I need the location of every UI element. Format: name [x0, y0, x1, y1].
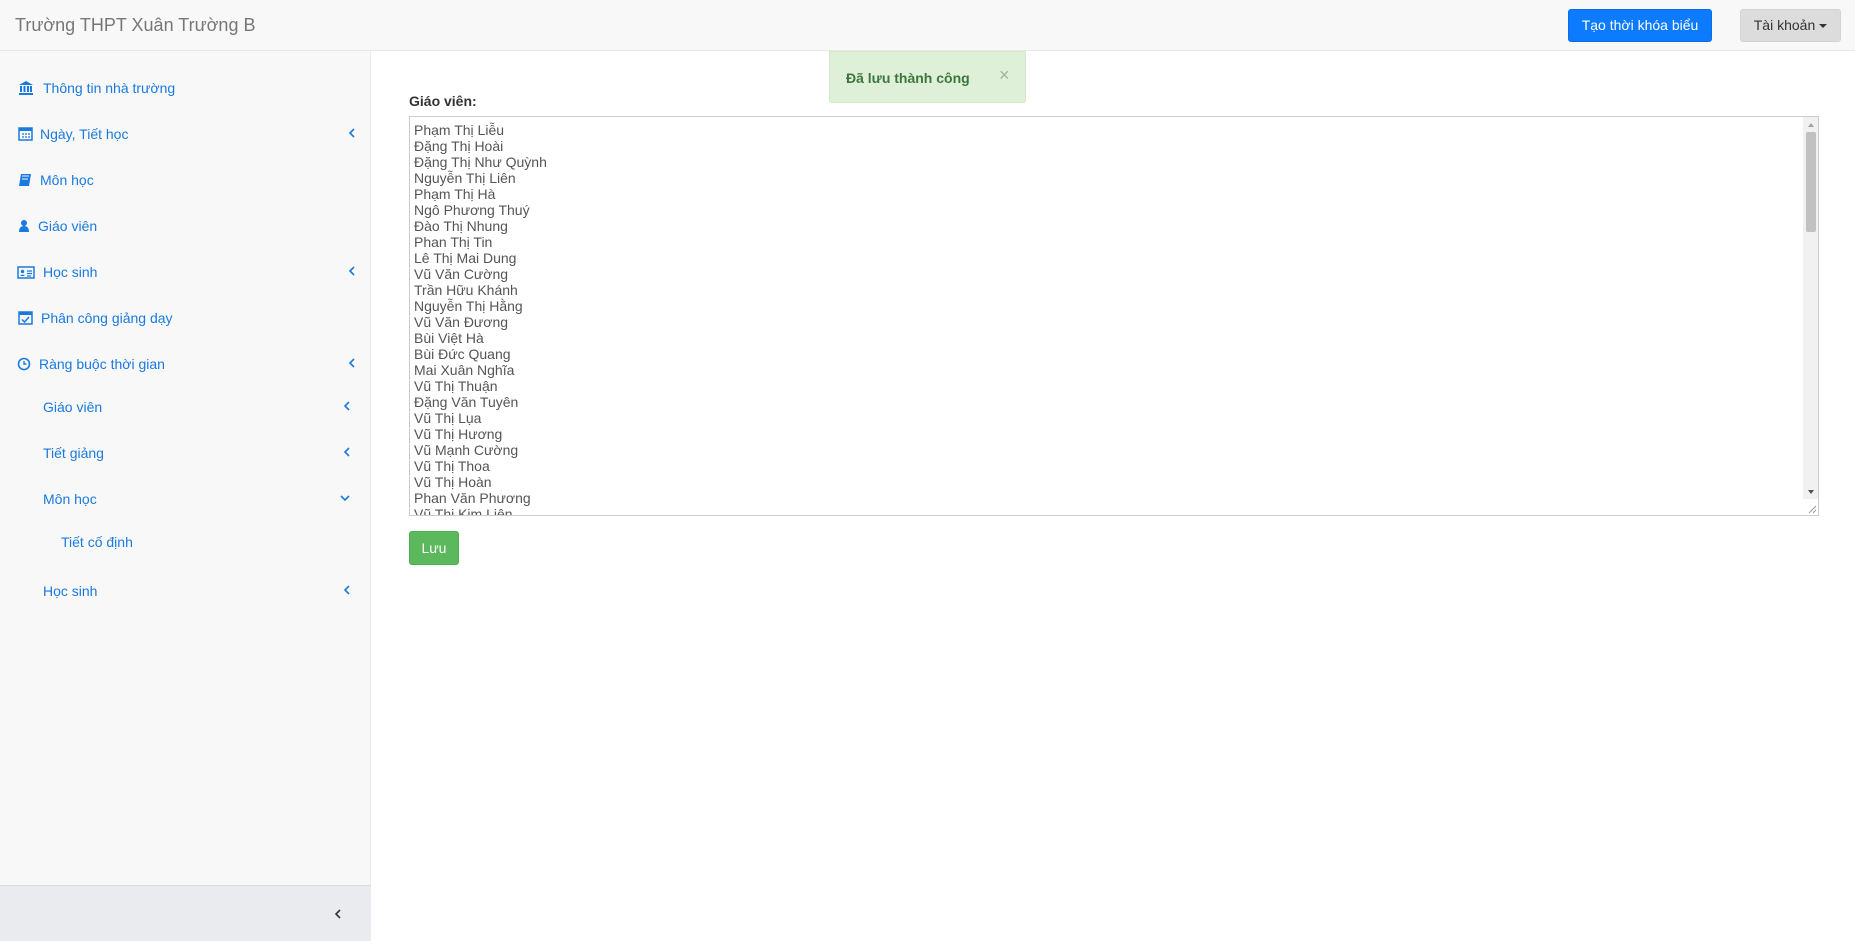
id-card-icon: [17, 266, 35, 279]
success-alert: Đã lưu thành công ×: [829, 51, 1026, 103]
teacher-field-label: Giáo viên:: [409, 93, 477, 109]
sidebar-item-label: Ngày, Tiết học: [40, 126, 129, 142]
teacher-option[interactable]: Trần Hữu Khánh: [414, 282, 1794, 298]
sidebar-subitem-label: Tiết giảng: [43, 445, 104, 461]
teacher-option[interactable]: Đặng Thị Như Quỳnh: [414, 154, 1794, 170]
top-navbar: Trường THPT Xuân Trường B Tạo thời khóa …: [0, 0, 1855, 51]
teacher-option[interactable]: Vũ Thị Lụa: [414, 410, 1794, 426]
teacher-option[interactable]: Lê Thị Mai Dung: [414, 250, 1794, 266]
collapse-sidebar-icon[interactable]: [330, 904, 346, 924]
teacher-option[interactable]: Vũ Thị Thuận: [414, 378, 1794, 394]
teacher-option[interactable]: Vũ Mạnh Cường: [414, 442, 1794, 458]
teacher-option[interactable]: Vũ Văn Đương: [414, 314, 1794, 330]
save-button[interactable]: Lưu: [409, 531, 459, 565]
teacher-option[interactable]: Phạm Thị Liễu: [414, 122, 1794, 138]
teacher-option[interactable]: Nguyễn Thị Hằng: [414, 298, 1794, 314]
chevron-left-icon: [343, 447, 350, 457]
teacher-option[interactable]: Phan Văn Phương: [414, 490, 1794, 506]
teacher-option[interactable]: Mai Xuân Nghĩa: [414, 362, 1794, 378]
teacher-option[interactable]: Vũ Thị Hoàn: [414, 474, 1794, 490]
teacher-option[interactable]: Đặng Thị Hoài: [414, 138, 1794, 154]
create-timetable-button[interactable]: Tạo thời khóa biểu: [1568, 9, 1712, 42]
calendar-icon: [18, 127, 33, 141]
sidebar-subitem-label: Giáo viên: [43, 399, 103, 415]
teacher-options: Phạm Thị Liễu Đặng Thị Hoài Đặng Thị Như Q…: [414, 122, 1794, 515]
chevron-down-icon: [340, 495, 350, 502]
sidebar-subsubitem-label: Tiết cố định: [61, 534, 133, 550]
teacher-option[interactable]: Vũ Thị Kim Liên: [414, 506, 1794, 515]
book-icon: [19, 174, 31, 186]
alert-message: Đã lưu thành công: [846, 70, 970, 86]
sidebar-subitem-subjects[interactable]: Môn học: [0, 479, 371, 519]
scrollbar[interactable]: [1803, 117, 1818, 499]
teacher-option[interactable]: Vũ Thị Thoa: [414, 458, 1794, 474]
sidebar-item-label: Học sinh: [43, 264, 98, 280]
sidebar-item-students[interactable]: Học sinh: [0, 252, 371, 292]
sidebar-item-label: Môn học: [40, 172, 94, 188]
user-icon: [19, 220, 29, 232]
scroll-down-arrow-icon[interactable]: [1806, 487, 1816, 497]
sidebar-item-teachers[interactable]: Giáo viên: [0, 206, 371, 246]
clock-icon: [17, 357, 31, 371]
teacher-option[interactable]: Nguyễn Thị Liên: [414, 170, 1794, 186]
sidebar-item-label: Thông tin nhà trường: [43, 80, 176, 96]
sidebar: Thông tin nhà trường Ngày, Tiết học Môn …: [0, 51, 371, 941]
chevron-left-icon: [348, 266, 355, 276]
sidebar-item-label: Giáo viên: [38, 218, 98, 234]
sidebar-subitem-students[interactable]: Học sinh: [0, 571, 371, 611]
sidebar-item-subjects[interactable]: Môn học: [0, 160, 371, 200]
teacher-option[interactable]: Vũ Thị Hương: [414, 426, 1794, 442]
sidebar-subitem-label: Học sinh: [43, 583, 98, 599]
account-dropdown-button[interactable]: Tài khoản: [1740, 9, 1841, 42]
scroll-thumb[interactable]: [1806, 132, 1816, 232]
account-button-label: Tài khoản: [1753, 17, 1816, 33]
teacher-select-list[interactable]: Phạm Thị Liễu Đặng Thị Hoài Đặng Thị Như Q…: [409, 116, 1819, 516]
teacher-option[interactable]: Đặng Văn Tuyên: [414, 394, 1794, 410]
teacher-option[interactable]: Ngô Phương Thuý: [414, 202, 1794, 218]
sidebar-item-days-periods[interactable]: Ngày, Tiết học: [0, 114, 371, 154]
chevron-left-icon: [348, 358, 355, 368]
brand-title[interactable]: Trường THPT Xuân Trường B: [15, 14, 255, 36]
chevron-left-icon: [343, 401, 350, 411]
sidebar-subitem-label: Môn học: [43, 491, 97, 507]
sidebar-subsubitem-fixed-periods[interactable]: Tiết cố định: [0, 522, 371, 562]
chevron-left-icon: [343, 585, 350, 595]
sidebar-item-teaching-assignment[interactable]: Phân công giảng dạy: [0, 298, 371, 338]
close-icon[interactable]: ×: [999, 65, 1010, 85]
sidebar-subitem-teachers[interactable]: Giáo viên: [0, 387, 371, 427]
teacher-option[interactable]: Phạm Thị Hà: [414, 186, 1794, 202]
sidebar-item-school-info[interactable]: Thông tin nhà trường: [0, 68, 371, 108]
caret-down-icon: [1819, 24, 1828, 29]
sidebar-item-label: Phân công giảng dạy: [41, 310, 173, 326]
chevron-left-icon: [348, 128, 355, 138]
resize-grip-icon[interactable]: [1805, 502, 1817, 514]
scroll-up-arrow-icon[interactable]: [1806, 120, 1816, 130]
teacher-option[interactable]: Phan Thị Tin: [414, 234, 1794, 250]
teacher-option[interactable]: Đào Thị Nhung: [414, 218, 1794, 234]
sidebar-footer: [0, 885, 371, 941]
calendar-check-icon: [18, 311, 33, 325]
sidebar-item-label: Ràng buộc thời gian: [39, 356, 165, 372]
sidebar-item-time-constraints[interactable]: Ràng buộc thời gian: [0, 344, 371, 384]
teacher-option[interactable]: Bùi Việt Hà: [414, 330, 1794, 346]
sidebar-subitem-periods[interactable]: Tiết giảng: [0, 433, 371, 473]
bank-icon: [19, 81, 33, 95]
teacher-option[interactable]: Bùi Đức Quang: [414, 346, 1794, 362]
teacher-option[interactable]: Vũ Văn Cường: [414, 266, 1794, 282]
